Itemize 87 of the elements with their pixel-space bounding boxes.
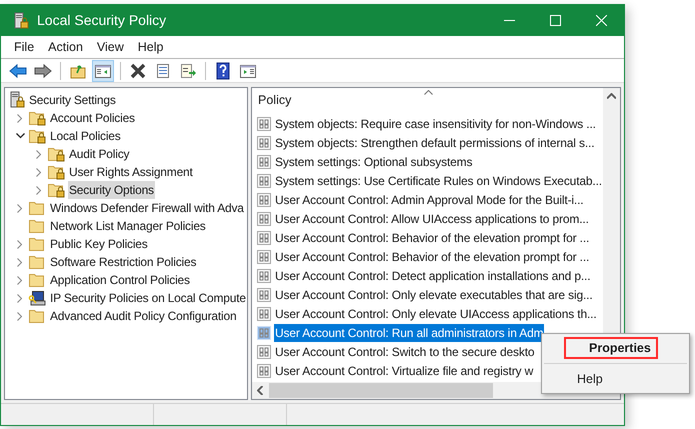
policy-icon — [257, 212, 271, 226]
scroll-left-icon[interactable] — [257, 386, 263, 395]
policy-row[interactable]: User Account Control: Only elevate UIAccess applications th... — [274, 304, 598, 322]
folder-icon — [28, 272, 46, 288]
console-tree-button[interactable] — [92, 60, 114, 82]
expand-chevron-icon[interactable] — [36, 150, 42, 158]
sort-caret-icon — [424, 90, 433, 95]
policy-row[interactable]: System objects: Require case insensitivity for non-Windows ... — [274, 114, 597, 132]
policy-icon — [257, 288, 271, 302]
close-icon — [596, 15, 606, 26]
policy-row[interactable]: System objects: Strengthen default permissions of internal s... — [274, 134, 596, 152]
locked-folder-icon — [28, 128, 46, 144]
expand-chevron-icon[interactable] — [36, 186, 42, 194]
server-lock-icon — [9, 91, 25, 109]
policy-icon — [257, 250, 271, 264]
tree-item[interactable]: Windows Defender Firewall with Adva — [49, 199, 245, 217]
expand-chevron-icon[interactable] — [17, 276, 23, 284]
column-header[interactable]: Policy — [252, 88, 603, 112]
locked-folder-icon — [47, 164, 65, 180]
expand-chevron-icon[interactable] — [17, 240, 23, 248]
menu-item[interactable]: Properties — [564, 337, 658, 359]
policy-icon — [257, 192, 271, 206]
collapse-chevron-icon[interactable] — [16, 133, 24, 139]
policy-icon — [257, 174, 271, 188]
policy-icon — [257, 116, 271, 130]
tree-item[interactable]: Application Control Policies — [49, 271, 191, 289]
tree-item[interactable]: Software Restriction Policies — [49, 253, 198, 271]
maximize-icon — [550, 15, 560, 26]
folder-icon — [28, 308, 46, 324]
policy-row[interactable]: User Account Control: Virtualize file and registry w — [274, 362, 534, 380]
computer-key-icon — [28, 290, 46, 306]
policy-row[interactable]: User Account Control: Behavior of the elevation prompt for ... — [274, 228, 590, 246]
tree-item[interactable]: Public Key Policies — [49, 235, 149, 253]
expand-chevron-icon[interactable] — [36, 168, 42, 176]
policy-icon — [257, 306, 271, 320]
expand-chevron-icon[interactable] — [17, 258, 23, 266]
tree-item[interactable]: Security Settings — [28, 91, 117, 109]
locked-folder-icon — [47, 146, 65, 162]
scroll-up-icon[interactable] — [607, 93, 616, 99]
scroll-thumb[interactable] — [269, 383, 493, 398]
tree-item[interactable]: Account Policies — [49, 109, 136, 127]
locked-folder-icon — [28, 110, 46, 126]
expand-chevron-icon[interactable] — [17, 312, 23, 320]
menu-item[interactable]: Action — [41, 37, 90, 57]
export-list-icon — [179, 62, 197, 80]
policy-row[interactable]: System settings: Use Certificate Rules on Windows Executab... — [274, 172, 603, 190]
policy-icon — [257, 364, 271, 378]
policy-row[interactable]: User Account Control: Only elevate executables that are sig... — [274, 286, 594, 304]
policy-icon — [257, 326, 271, 340]
menu-item[interactable]: Help — [130, 37, 170, 57]
policy-row[interactable]: User Account Control: Switch to the secure deskto — [274, 342, 536, 360]
policy-icon — [257, 230, 271, 244]
window-title: Local Security Policy — [37, 11, 166, 30]
policy-row[interactable]: User Account Control: Admin Approval Mode for the Built-i... — [274, 190, 584, 208]
menu-item[interactable]: File — [7, 37, 42, 57]
policy-icon — [257, 136, 271, 150]
menu-item[interactable]: View — [90, 37, 131, 57]
tree-item[interactable]: Local Policies — [49, 127, 122, 145]
delete-x-icon — [129, 62, 147, 80]
server-lock-icon — [13, 12, 29, 30]
tree-item[interactable]: Audit Policy — [68, 145, 130, 163]
folder-icon — [28, 200, 46, 216]
folder-icon — [28, 218, 46, 234]
tree-item[interactable]: IP Security Policies on Local Compute — [49, 289, 247, 307]
tree-item[interactable]: Network List Manager Policies — [49, 217, 207, 235]
policy-row[interactable]: User Account Control: Detect application installations and p... — [274, 266, 592, 284]
tree-item[interactable]: Advanced Audit Policy Configuration — [49, 307, 238, 325]
properties-icon — [154, 62, 172, 80]
expand-chevron-icon[interactable] — [17, 114, 23, 122]
policy-icon — [257, 154, 271, 168]
expand-chevron-icon[interactable] — [17, 294, 23, 302]
forward-arrow-icon — [34, 62, 52, 80]
menu-item[interactable]: Help — [554, 368, 677, 390]
policy-row[interactable]: User Account Control: Allow UIAccess applications to prom... — [274, 210, 590, 228]
column-title: Policy — [258, 92, 292, 110]
policy-icon — [257, 268, 271, 282]
folder-icon — [28, 254, 46, 270]
policy-row[interactable]: User Account Control: Behavior of the elevation prompt for ... — [274, 248, 590, 266]
policy-row[interactable]: System settings: Optional subsystems — [274, 152, 474, 170]
folder-icon — [28, 236, 46, 252]
policy-icon — [257, 344, 271, 358]
locked-folder-icon — [47, 182, 65, 198]
back-arrow-icon — [9, 62, 27, 80]
expand-chevron-icon[interactable] — [17, 204, 23, 212]
tree-item[interactable]: Security Options — [68, 181, 155, 199]
tree-item[interactable]: User Rights Assignment — [68, 163, 194, 181]
help-icon — [214, 62, 232, 80]
